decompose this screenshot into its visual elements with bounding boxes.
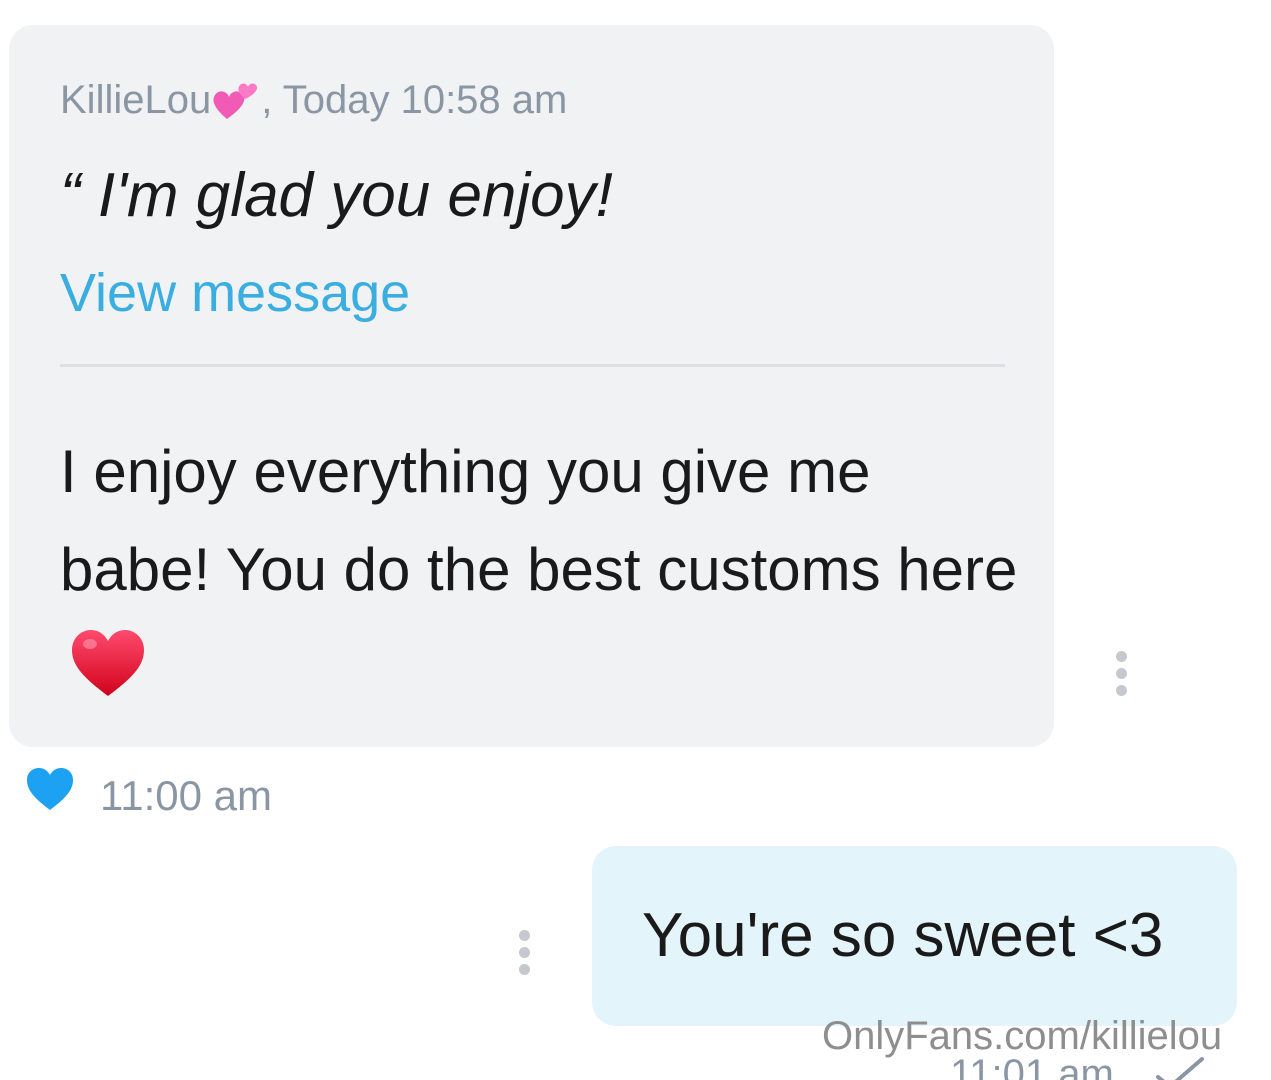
incoming-message-more-button[interactable]: [1114, 651, 1128, 696]
reply-divider: [60, 364, 1005, 367]
dot: [1115, 651, 1127, 662]
red-heart-icon: [72, 630, 144, 696]
outgoing-message-text: You're so sweet <3: [642, 901, 1164, 970]
incoming-message-time: 11:00 am: [100, 772, 272, 819]
incoming-message-body: I enjoy everything you give me babe! You…: [60, 438, 1018, 603]
chat-view: KillieLou , Today 10:58 am “ I'm glad yo…: [0, 0, 1271, 1080]
dot: [518, 964, 530, 975]
reply-preview-header: KillieLou , Today 10:58 am: [60, 78, 567, 123]
quoted-message-text: “ I'm glad you enjoy!: [60, 161, 613, 230]
two-hearts-icon: [213, 83, 258, 119]
dot: [518, 930, 530, 941]
outgoing-message-time: 11:01 am: [950, 1052, 1114, 1080]
like-heart-icon[interactable]: [25, 766, 75, 812]
dot: [518, 947, 530, 958]
reply-author-name: KillieLou: [60, 78, 212, 122]
dot: [1115, 668, 1127, 679]
incoming-message-text: I enjoy everything you give me babe! You…: [60, 423, 1020, 717]
check-icon: [1156, 1057, 1204, 1080]
view-message-link[interactable]: View message: [60, 262, 410, 324]
outgoing-message-more-button[interactable]: [517, 930, 531, 975]
dot: [1115, 685, 1127, 696]
reply-time: , Today 10:58 am: [261, 78, 568, 122]
